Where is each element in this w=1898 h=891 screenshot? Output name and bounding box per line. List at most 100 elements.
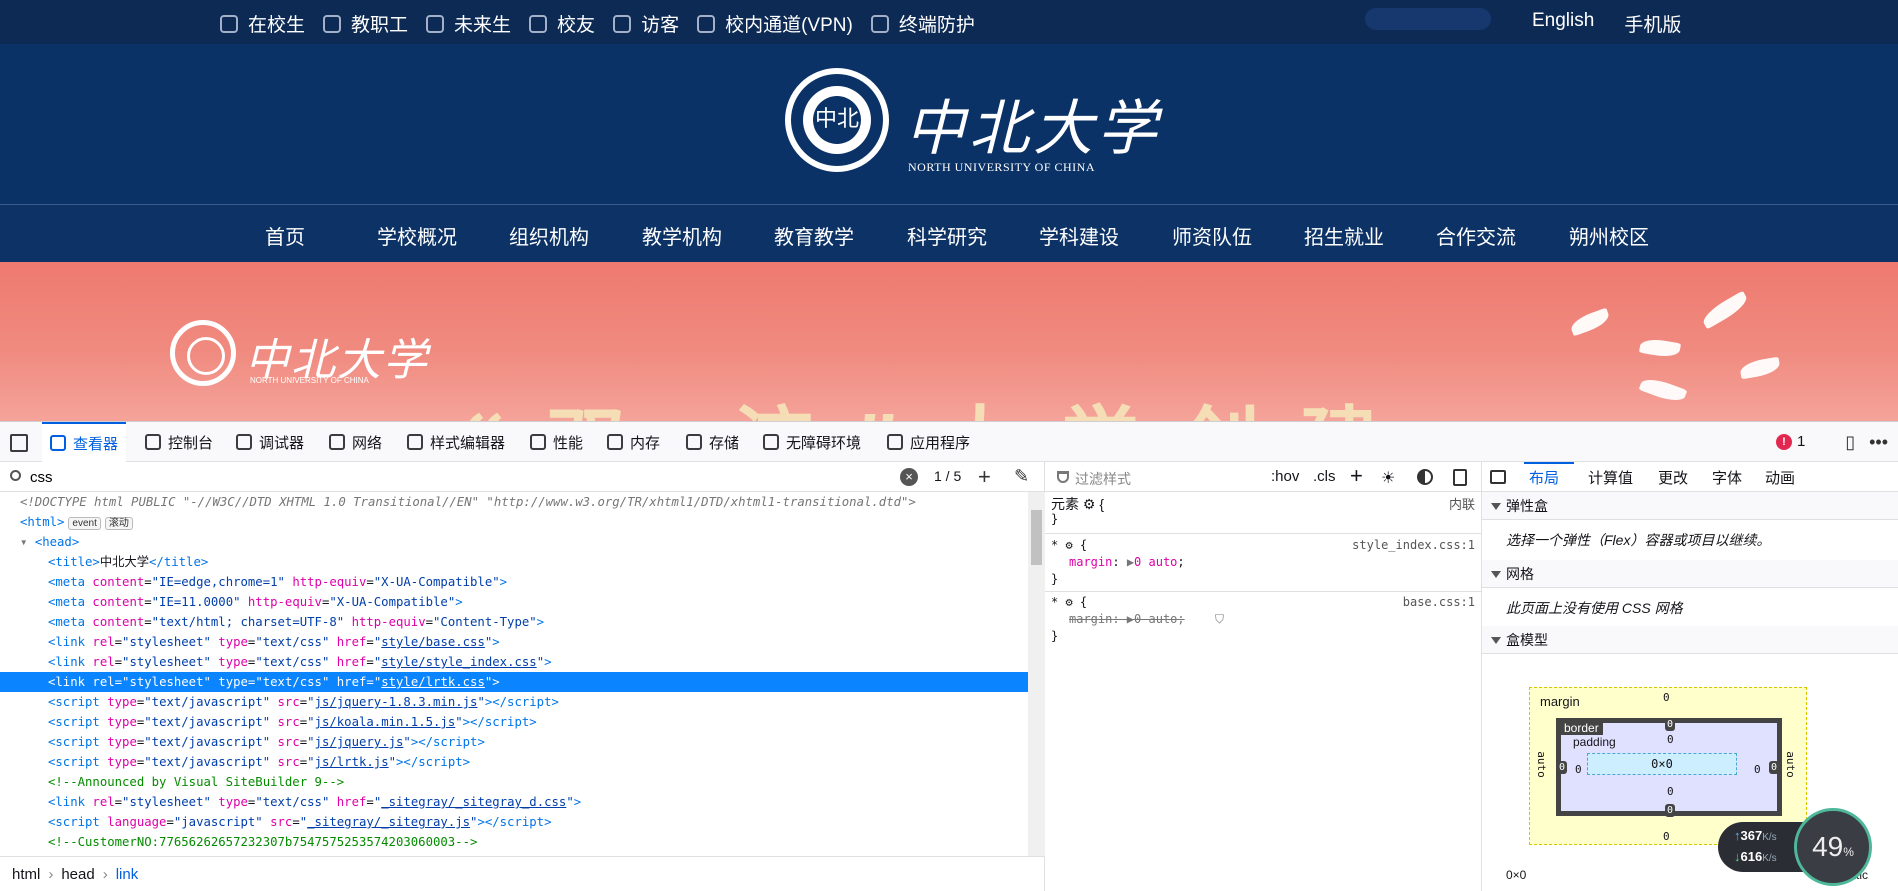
tree-node-script[interactable]: <script type="text/javascript" src="js/l… [0, 752, 1028, 772]
english-link[interactable]: English [1532, 10, 1594, 37]
tree-node-script[interactable]: <script language="javascript" src="_site… [0, 812, 1028, 832]
rule-source[interactable]: style_index.css:1 [1352, 538, 1475, 552]
top-link-alumni[interactable]: 校友 [529, 10, 595, 37]
tree-node-html[interactable]: <html> event 滚动 [0, 512, 1028, 532]
nav-item-organization[interactable]: 组织机构 [509, 221, 589, 250]
error-count-badge[interactable]: ! 1 [1776, 433, 1805, 450]
clear-search-icon[interactable]: × [900, 468, 918, 486]
content-size[interactable]: 0×0 [1587, 753, 1737, 775]
university-seal-logo[interactable]: 中北 [785, 68, 889, 172]
site-search-input[interactable] [1365, 8, 1491, 30]
toggle-sidebar-icon[interactable] [1490, 470, 1506, 484]
breadcrumb-head[interactable]: head [61, 866, 94, 883]
property-value[interactable]: 0 auto [1134, 555, 1177, 569]
tree-node-comment[interactable]: <!--CustomerNO:77656262657232307b7547575… [0, 832, 1028, 852]
tree-node-head[interactable]: ▾ <head> [0, 532, 1028, 552]
border-bottom-value[interactable]: 0 [1665, 804, 1676, 817]
responsive-design-icon[interactable]: ▯ [1845, 432, 1855, 453]
filter-styles-input[interactable]: 过滤样式 [1075, 469, 1131, 489]
gear-icon[interactable]: ⚙ [1065, 538, 1072, 552]
nav-item-faculty[interactable]: 师资队伍 [1172, 221, 1252, 250]
flexbox-section-header[interactable]: 弹性盒 [1482, 492, 1898, 520]
markup-search-input[interactable] [28, 466, 888, 488]
breadcrumb-link[interactable]: link [116, 866, 139, 883]
border-right-value[interactable]: 0 [1769, 761, 1780, 774]
margin-top-value[interactable]: 0 [1663, 691, 1670, 704]
mobile-version-link[interactable]: 手机版 [1624, 10, 1681, 37]
border-top-value[interactable]: 0 [1665, 718, 1676, 731]
top-link-vpn[interactable]: 校内通道(VPN) [697, 10, 853, 37]
top-link-future-students[interactable]: 未来生 [426, 10, 511, 37]
tab-accessibility[interactable]: 无障碍环境 [763, 422, 861, 462]
tree-node-comment[interactable]: <!--Announced by Visual SiteBuilder 9--> [0, 772, 1028, 792]
scroll-badge[interactable]: 滚动 [104, 517, 133, 530]
class-toggle[interactable]: .cls [1313, 468, 1336, 485]
add-node-icon[interactable]: + [978, 464, 991, 490]
tree-node-script[interactable]: <script type="text/javascript" src="js/j… [0, 692, 1028, 712]
tree-node-title[interactable]: <title>中北大学</title> [0, 552, 1028, 572]
eyedropper-icon[interactable]: ✎ [1014, 466, 1029, 487]
more-options-icon[interactable]: ••• [1869, 432, 1888, 453]
nav-item-cooperation[interactable]: 合作交流 [1436, 221, 1516, 250]
padding-top-value[interactable]: 0 [1667, 733, 1674, 746]
tree-node-link[interactable]: <link rel="stylesheet" type="text/css" h… [0, 632, 1028, 652]
tree-node-meta[interactable]: <meta content="text/html; charset=UTF-8"… [0, 612, 1028, 632]
add-rule-icon[interactable]: + [1350, 463, 1363, 489]
tab-application[interactable]: 应用程序 [887, 422, 970, 462]
padding-left-value[interactable]: 0 [1575, 763, 1582, 776]
tab-computed[interactable]: 计算值 [1588, 467, 1633, 488]
tree-node-doctype[interactable]: <!DOCTYPE html PUBLIC "-//W3C//DTD XHTML… [0, 492, 1028, 512]
nav-item-overview[interactable]: 学校概况 [377, 221, 457, 250]
overridden-property-value[interactable]: 0 auto [1134, 612, 1177, 626]
padding-bottom-value[interactable]: 0 [1667, 785, 1674, 798]
nav-item-home[interactable]: 首页 [265, 221, 305, 250]
tab-inspector[interactable]: 查看器 [42, 422, 127, 462]
tree-node-meta[interactable]: <meta content="IE=edge,chrome=1" http-eq… [0, 572, 1028, 592]
tree-node-script[interactable]: <script type="text/javascript" src="js/j… [0, 732, 1028, 752]
dark-mode-icon[interactable] [1417, 469, 1433, 485]
tab-memory[interactable]: 内存 [607, 422, 660, 462]
nav-item-disciplines[interactable]: 学科建设 [1039, 221, 1119, 250]
tab-layout[interactable]: 布局 [1529, 467, 1559, 488]
rule-source[interactable]: base.css:1 [1403, 595, 1475, 609]
tab-storage[interactable]: 存储 [686, 422, 739, 462]
network-speed-widget[interactable]: ↑367K/s ↓616K/s 49% [1718, 808, 1898, 890]
gear-icon[interactable]: ⚙ [1065, 595, 1072, 609]
hover-toggle[interactable]: :hov [1271, 468, 1299, 485]
tab-console[interactable]: 控制台 [145, 422, 213, 462]
print-media-icon[interactable] [1453, 469, 1467, 486]
nav-item-education[interactable]: 教育教学 [774, 221, 854, 250]
tab-network[interactable]: 网络 [329, 422, 382, 462]
top-link-visitors[interactable]: 访客 [613, 10, 679, 37]
markup-scrollbar[interactable] [1028, 492, 1045, 856]
tree-node-link[interactable]: <link rel="stylesheet" type="text/css" h… [0, 652, 1028, 672]
property-name[interactable]: margin [1069, 555, 1112, 569]
nav-item-research[interactable]: 科学研究 [907, 221, 987, 250]
top-link-students[interactable]: 在校生 [220, 10, 305, 37]
tree-node-link-selected[interactable]: <link rel="stylesheet" type="text/css" h… [0, 672, 1028, 692]
top-link-staff[interactable]: 教职工 [323, 10, 408, 37]
margin-right-value[interactable]: auto [1784, 751, 1797, 778]
padding-right-value[interactable]: 0 [1754, 763, 1761, 776]
overridden-property-name[interactable]: margin [1069, 612, 1112, 626]
element-picker-icon[interactable] [10, 434, 28, 452]
tab-fonts[interactable]: 字体 [1712, 467, 1742, 488]
nav-item-admissions[interactable]: 招生就业 [1304, 221, 1384, 250]
box-model-section-header[interactable]: 盒模型 [1482, 626, 1898, 654]
tree-node-meta[interactable]: <meta content="IE=11.0000" http-equiv="X… [0, 592, 1028, 612]
tab-performance[interactable]: 性能 [530, 422, 583, 462]
top-link-endpoint-protection[interactable]: 终端防护 [870, 10, 975, 37]
tree-node-script[interactable]: <script type="text/javascript" src="js/k… [0, 712, 1028, 732]
filter-icon[interactable]: ⛉ [1215, 612, 1224, 627]
border-left-value[interactable]: 0 [1557, 761, 1568, 774]
breadcrumb-html[interactable]: html [12, 866, 40, 883]
event-badge[interactable]: event [68, 517, 101, 530]
margin-bottom-value[interactable]: 0 [1663, 830, 1670, 843]
tree-node-link[interactable]: <link rel="stylesheet" type="text/css" h… [0, 792, 1028, 812]
nav-item-teaching-units[interactable]: 教学机构 [642, 221, 722, 250]
nav-item-shuozhou-campus[interactable]: 朔州校区 [1569, 221, 1649, 250]
grid-section-header[interactable]: 网格 [1482, 560, 1898, 588]
tab-style-editor[interactable]: 样式编辑器 [407, 422, 505, 462]
light-mode-icon[interactable]: ☀ [1381, 468, 1395, 488]
tab-debugger[interactable]: 调试器 [236, 422, 304, 462]
